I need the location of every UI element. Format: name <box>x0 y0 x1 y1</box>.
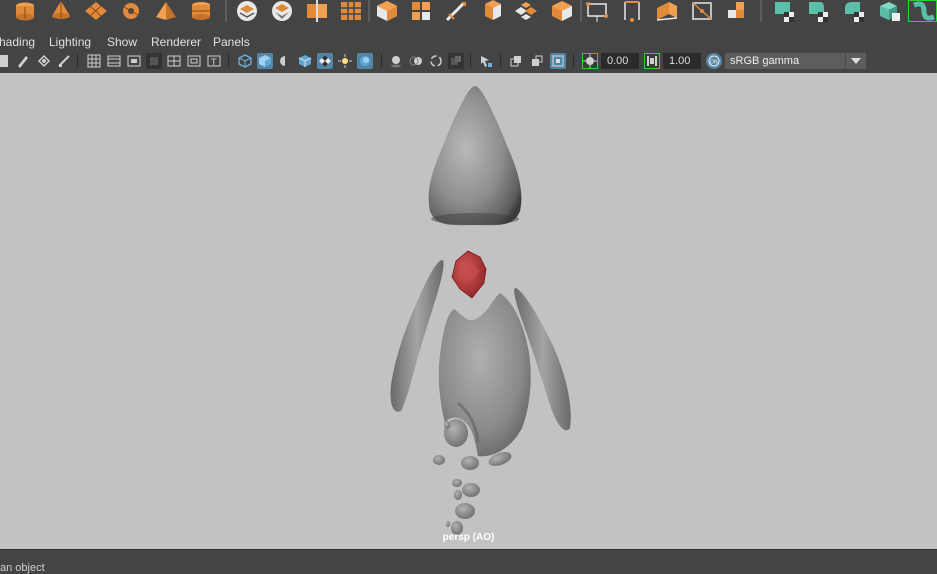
smooth-icon[interactable] <box>338 0 364 22</box>
multicut-icon[interactable] <box>443 0 469 22</box>
toolbar-separator <box>228 54 229 68</box>
help-line-text: an object <box>0 562 45 574</box>
perspective-viewport[interactable]: persp (AO) <box>0 73 937 549</box>
textured-icon[interactable] <box>317 53 333 69</box>
camera-label: persp (AO) <box>442 532 495 543</box>
shelf-separator <box>225 0 227 22</box>
camera-attributes-icon[interactable] <box>15 53 31 69</box>
pebble-mesh <box>455 503 475 519</box>
cut-uvs-icon[interactable] <box>806 0 832 22</box>
menu-lighting[interactable]: Lighting <box>49 35 91 49</box>
toolbar-separator <box>500 54 501 68</box>
toolbar-separator <box>470 54 471 68</box>
planar-mapping-icon[interactable] <box>877 0 903 22</box>
uv-layout-icon[interactable] <box>584 0 610 22</box>
gamma-field[interactable]: 1.00 <box>663 53 701 69</box>
head-shadow-rim <box>431 213 519 225</box>
shelf-separator <box>760 0 762 22</box>
pebble-mesh <box>452 479 462 487</box>
pebble-mesh <box>462 483 480 497</box>
exposure-field[interactable]: 0.00 <box>601 53 639 69</box>
left-wing-mesh <box>390 259 444 412</box>
append-polygon-icon[interactable] <box>513 0 539 22</box>
fill-hole-icon[interactable] <box>549 0 575 22</box>
chevron-down-icon <box>845 53 866 69</box>
motion-blur-icon[interactable] <box>408 53 424 69</box>
wireframe-on-shaded-icon[interactable] <box>297 53 313 69</box>
view-transform-icon[interactable]: ON <box>706 53 722 69</box>
poly-pipe-icon[interactable] <box>188 0 214 22</box>
use-all-lights-icon[interactable] <box>337 53 353 69</box>
film-gate-icon[interactable] <box>106 53 122 69</box>
smooth-shade-icon[interactable] <box>257 53 273 69</box>
panel-toolbar: T 0.00 1.00 ON sRGB gamma <box>0 51 937 71</box>
menu-show[interactable]: Show <box>107 35 137 49</box>
head-mesh <box>428 86 522 226</box>
safe-action-icon[interactable] <box>186 53 202 69</box>
depth-of-field-icon[interactable] <box>448 53 464 69</box>
bookmarks-icon[interactable] <box>36 53 52 69</box>
unfold-icon[interactable] <box>723 0 749 22</box>
shelf-separator <box>580 0 582 22</box>
bevel-icon[interactable] <box>374 0 400 22</box>
quad-draw-icon[interactable] <box>689 0 715 22</box>
image-plane-icon[interactable] <box>56 53 72 69</box>
sweep-mesh-icon[interactable] <box>772 0 798 22</box>
pebble-mesh <box>454 490 462 500</box>
menu-shading[interactable]: hading <box>0 35 35 49</box>
wireframe-icon[interactable] <box>237 53 253 69</box>
target-weld-icon[interactable] <box>619 0 645 22</box>
gamma-toggle-icon[interactable] <box>644 53 660 69</box>
menu-panels[interactable]: Panels <box>213 35 250 49</box>
poly-torus-icon[interactable] <box>118 0 144 22</box>
multisample-aa-icon[interactable] <box>428 53 444 69</box>
screen-space-ao-icon[interactable] <box>388 53 404 69</box>
scene-canvas <box>390 86 571 535</box>
xray-components-icon[interactable] <box>550 53 566 69</box>
pebble-mesh <box>446 521 450 527</box>
sew-uvs-icon[interactable] <box>842 0 868 22</box>
pebble-mesh <box>433 455 445 465</box>
sweep-profile-icon[interactable] <box>908 0 937 22</box>
toolbar-separator <box>77 54 78 68</box>
pebble-mesh <box>461 456 479 470</box>
resolution-gate-icon[interactable] <box>126 53 142 69</box>
shelf <box>0 0 937 28</box>
toolbar-separator <box>573 54 574 68</box>
bridge-icon[interactable] <box>409 0 435 22</box>
separate-icon[interactable] <box>269 0 295 22</box>
select-camera-icon[interactable] <box>0 53 12 69</box>
isolate-select-icon[interactable] <box>478 53 494 69</box>
mirror-icon[interactable] <box>304 0 330 22</box>
panel-menu-bar: hading Lighting Show Renderer Panels <box>0 32 937 51</box>
exposure-toggle-icon[interactable] <box>582 53 598 69</box>
shadows-icon[interactable] <box>357 53 373 69</box>
combine-icon[interactable] <box>234 0 260 22</box>
poly-cylinder-icon[interactable] <box>12 0 38 22</box>
color-space-value: sRGB gamma <box>730 55 800 67</box>
poly-cone-icon[interactable] <box>48 0 74 22</box>
use-default-material-icon[interactable] <box>277 53 293 69</box>
xray-joints-icon[interactable] <box>529 53 545 69</box>
shelf-separator <box>368 0 370 22</box>
svg-text:ON: ON <box>710 60 718 66</box>
toolbar-separator <box>381 54 382 68</box>
poly-plane-icon[interactable] <box>83 0 109 22</box>
insert-edge-loop-icon[interactable] <box>654 0 680 22</box>
extrude-icon[interactable] <box>478 0 504 22</box>
menu-renderer[interactable]: Renderer <box>151 35 201 49</box>
gate-mask-icon[interactable] <box>146 53 162 69</box>
field-chart-icon[interactable] <box>166 53 182 69</box>
pebble-mesh <box>444 421 450 429</box>
color-space-dropdown[interactable]: sRGB gamma <box>725 53 866 69</box>
grid-icon[interactable] <box>86 53 102 69</box>
svg-text:T: T <box>210 58 217 68</box>
safe-title-icon[interactable]: T <box>206 53 222 69</box>
poly-pyramid-icon[interactable] <box>153 0 179 22</box>
help-line: an object <box>0 549 937 574</box>
xray-icon[interactable] <box>508 53 524 69</box>
